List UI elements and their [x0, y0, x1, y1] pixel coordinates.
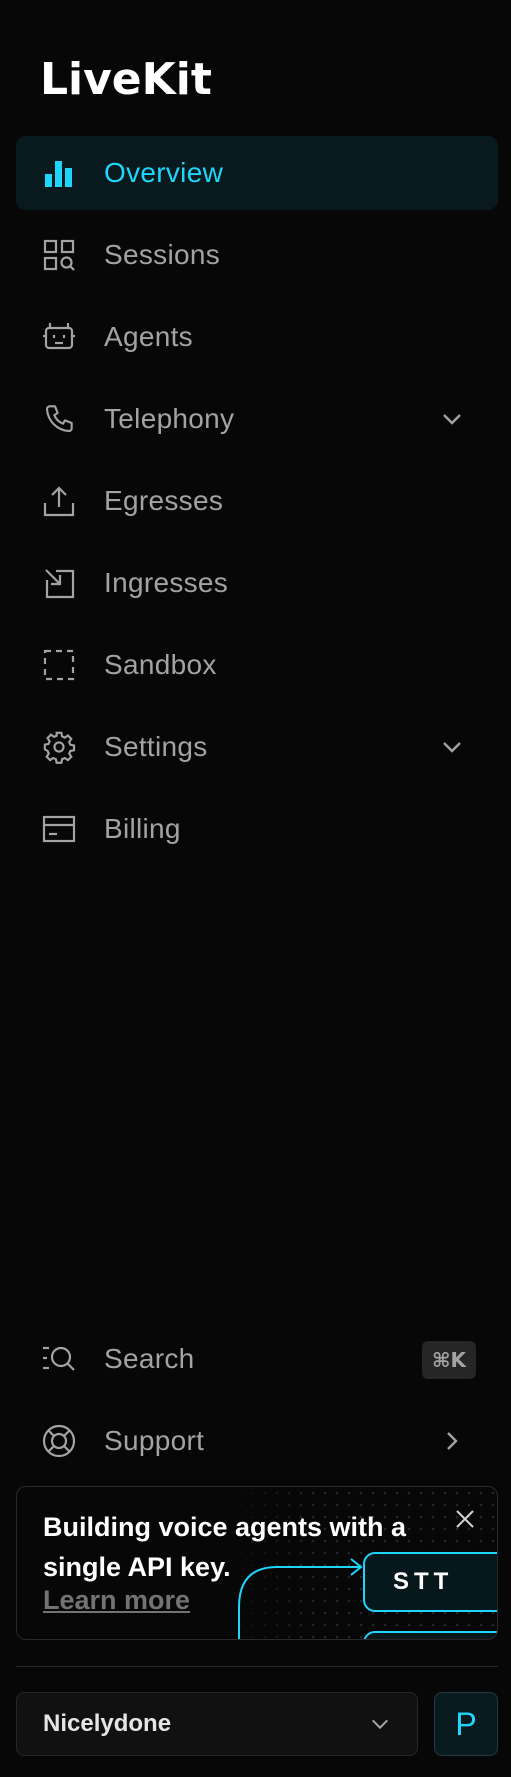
bar-chart-icon — [42, 156, 76, 190]
search-button[interactable]: Search ⌘K — [16, 1322, 498, 1396]
download-icon — [42, 566, 76, 600]
gear-icon — [42, 730, 76, 764]
nav-label: Overview — [104, 157, 224, 188]
phone-icon — [42, 402, 76, 436]
avatar[interactable]: P — [434, 1692, 498, 1756]
nav-label: Billing — [104, 813, 181, 844]
nav-item-overview[interactable]: Overview — [16, 136, 498, 210]
sidebar: LiveKit Overview Sessions Agents Telepho… — [0, 0, 511, 1777]
nav-item-sandbox[interactable]: Sandbox — [16, 628, 498, 702]
project-name: Nicelydone — [43, 1710, 172, 1737]
nav-item-billing[interactable]: Billing — [16, 792, 498, 866]
lifebuoy-icon — [42, 1424, 76, 1458]
robot-icon — [42, 320, 76, 354]
divider — [16, 1666, 498, 1667]
nav-label: Agents — [104, 321, 193, 352]
nav-label: Egresses — [104, 485, 224, 516]
project-select[interactable]: Nicelydone — [16, 1692, 418, 1756]
support-label: Support — [104, 1425, 205, 1456]
nav-label: Telephony — [104, 403, 235, 434]
livekit-logo[interactable]: LiveKit — [40, 56, 212, 104]
nav-item-sessions[interactable]: Sessions — [16, 218, 498, 292]
credit-card-icon — [42, 812, 76, 846]
nav-label: Ingresses — [104, 567, 229, 598]
upload-icon — [42, 484, 76, 518]
close-icon[interactable] — [453, 1507, 477, 1531]
chevron-right-icon — [447, 1432, 458, 1450]
chevron-down-icon — [371, 1719, 389, 1730]
nav-label: Settings — [104, 731, 208, 762]
promo-chip-secondary — [363, 1631, 497, 1639]
nav-label: Sandbox — [104, 649, 217, 680]
support-button[interactable]: Support — [16, 1404, 498, 1478]
nav-label: Sessions — [104, 239, 221, 270]
search-icon — [42, 1342, 76, 1376]
nav-item-egresses[interactable]: Egresses — [16, 464, 498, 538]
main-nav: Overview Sessions Agents Telephony Egres… — [16, 136, 498, 874]
keyboard-shortcut-badge: ⌘K — [421, 1341, 476, 1379]
chevron-down-icon[interactable] — [440, 407, 464, 431]
nav-item-agents[interactable]: Agents — [16, 300, 498, 374]
dashed-square-icon — [42, 648, 76, 682]
nav-item-ingresses[interactable]: Ingresses — [16, 546, 498, 620]
promo-card: STT Building voice agents with a single … — [16, 1486, 498, 1640]
nav-item-telephony[interactable]: Telephony — [16, 382, 498, 456]
grid-search-icon — [42, 238, 76, 272]
promo-title: Building voice agents with a single API … — [43, 1512, 407, 1582]
learn-more-link[interactable]: Learn more — [43, 1585, 190, 1616]
search-label: Search — [104, 1343, 195, 1374]
chevron-down-icon[interactable] — [440, 735, 464, 759]
nav-item-settings[interactable]: Settings — [16, 710, 498, 784]
